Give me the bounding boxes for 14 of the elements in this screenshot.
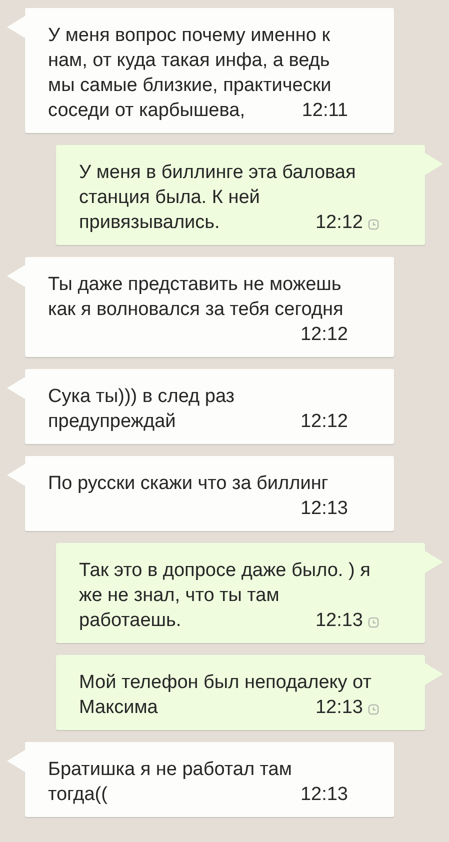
message-time: 12:11 <box>302 99 348 123</box>
message-text: Братишка я не работал там тогда(( 12:13 <box>48 758 348 807</box>
message-text: Сука ты))) в след раз предупреждай 12:12 <box>48 385 348 434</box>
message-time: 12:13 <box>300 497 348 521</box>
message-text: Так это в допросе даже было. ) я же не знал, что ты там работаешь. 12:13 <box>79 558 379 633</box>
message-time: 12:13 <box>315 609 363 633</box>
message-time: 12:13 <box>300 783 348 807</box>
message-text: У меня в биллинге эта баловая станция была. К ней привязывались. 12:12 <box>79 160 379 235</box>
message-text: Мой телефон был неподалеку от Максима 12:13 <box>79 670 379 720</box>
message-text: У меня вопрос почему именно к нам, от куда такая инфа, а ведь мы самые близкие, практически соседи от карбышева, 12:11 <box>48 24 348 123</box>
message-time: 12:12 <box>315 211 363 235</box>
message-time: 12:12 <box>300 410 348 434</box>
message-time: 12:13 <box>315 696 363 720</box>
message-time: 12:12 <box>300 323 348 347</box>
